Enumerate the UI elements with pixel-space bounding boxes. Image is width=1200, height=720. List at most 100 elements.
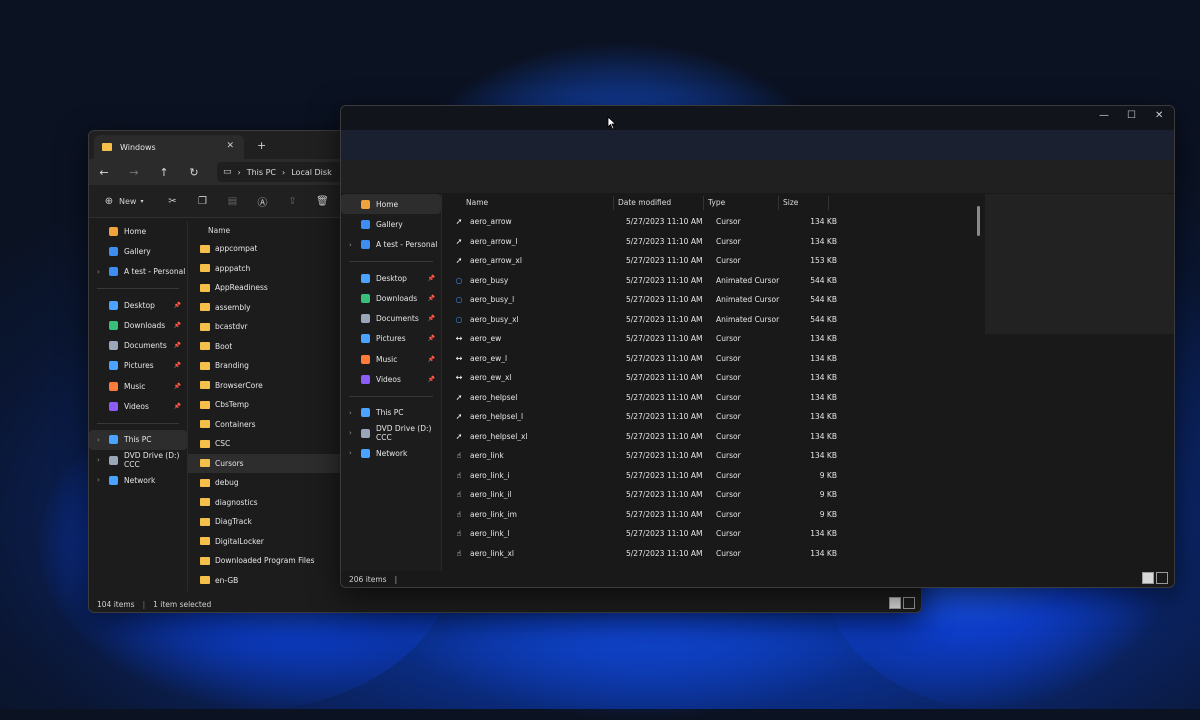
list-item[interactable]: CbsTemp <box>188 395 338 415</box>
list-item[interactable]: Boot <box>188 337 338 357</box>
table-row[interactable]: ➚ aero_arrow_xl 5/27/2023 11:10 AM Cursor 15… <box>442 251 982 271</box>
table-row[interactable]: ➚ aero_helpsel_l 5/27/2023 11:10 AM Cursor 1… <box>442 407 982 427</box>
sidebar-item-dvd-drive-d-ccc[interactable]: › DVD Drive (D:) CCC <box>89 450 187 470</box>
list-item[interactable]: Downloaded Program Files <box>188 551 338 571</box>
share-icon[interactable]: ⇪ <box>277 196 307 207</box>
table-row[interactable]: ➚ aero_arrow_l 5/27/2023 11:10 AM Cursor 134… <box>442 232 982 252</box>
list-item[interactable]: apppatch <box>188 259 338 279</box>
sidebar-item-pictures[interactable]: Pictures 📌 <box>341 329 441 349</box>
sidebar-item-documents[interactable]: Documents 📌 <box>341 308 441 328</box>
list-item[interactable]: Containers <box>188 415 338 435</box>
refresh-icon[interactable]: ↻ <box>179 166 209 179</box>
column-size[interactable]: Size <box>779 196 829 210</box>
table-row[interactable]: ○ aero_busy_l 5/27/2023 11:10 AM Animated C… <box>442 290 982 310</box>
column-date-modified[interactable]: Date modified <box>614 196 704 210</box>
explorer-window-front[interactable]: — ☐ ✕ Home Gallery › A test - Personal Deskt… <box>340 105 1175 588</box>
sidebar-item-gallery[interactable]: Gallery <box>89 241 187 261</box>
copy-icon[interactable]: ❐ <box>187 196 217 207</box>
sidebar-item-downloads[interactable]: Downloads 📌 <box>89 315 187 335</box>
chevron-right-icon[interactable]: › <box>97 456 100 464</box>
list-item[interactable]: assembly <box>188 298 338 318</box>
column-name[interactable]: Name <box>208 226 230 235</box>
sidebar-item-pictures[interactable]: Pictures 📌 <box>89 356 187 376</box>
table-row[interactable]: ☝ aero_link_i 5/27/2023 11:10 AM Cursor 9 KB <box>442 466 982 486</box>
chevron-right-icon[interactable]: › <box>97 436 100 444</box>
chevron-right-icon[interactable]: › <box>349 429 352 437</box>
tiles-view-button[interactable] <box>1156 572 1168 584</box>
sidebar-item-a-test-personal[interactable]: › A test - Personal <box>89 262 187 282</box>
rename-icon[interactable]: Ⓐ <box>247 194 277 209</box>
scrollbar[interactable] <box>977 206 980 236</box>
minimize-button[interactable]: — <box>1099 110 1109 121</box>
breadcrumb-this-pc[interactable]: This PC <box>247 168 276 177</box>
chevron-right-icon[interactable]: › <box>349 409 352 417</box>
sidebar-item-home[interactable]: Home <box>341 194 441 215</box>
up-arrow-icon[interactable]: ↑ <box>149 166 179 179</box>
list-item[interactable]: Cursors <box>188 453 350 473</box>
list-item[interactable]: DiagTrack <box>188 512 338 532</box>
list-item[interactable]: bcastdvr <box>188 317 338 337</box>
table-row[interactable]: ☝ aero_link_im 5/27/2023 11:10 AM Cursor 9 K… <box>442 505 982 525</box>
new-tab-button[interactable]: + <box>257 139 266 152</box>
sidebar-item-desktop[interactable]: Desktop 📌 <box>89 295 187 315</box>
sidebar-item-music[interactable]: Music 📌 <box>341 349 441 369</box>
list-item[interactable]: CSC <box>188 434 338 454</box>
sidebar-item-a-test-personal[interactable]: › A test - Personal <box>341 235 441 255</box>
sidebar-item-network[interactable]: › Network <box>89 470 187 490</box>
list-item[interactable]: AppReadiness <box>188 278 338 298</box>
sidebar-item-documents[interactable]: Documents 📌 <box>89 335 187 355</box>
list-item[interactable]: debug <box>188 473 338 493</box>
table-row[interactable]: ➚ aero_helpsel 5/27/2023 11:10 AM Cursor 134… <box>442 388 982 408</box>
chevron-right-icon[interactable]: › <box>349 241 352 249</box>
table-row[interactable]: ➚ aero_arrow 5/27/2023 11:10 AM Cursor 134 K… <box>442 212 982 232</box>
list-item[interactable]: en-GB <box>188 571 338 591</box>
sidebar-item-videos[interactable]: Videos 📌 <box>89 396 187 416</box>
sidebar-item-gallery[interactable]: Gallery <box>341 214 441 234</box>
close-button[interactable]: ✕ <box>1155 110 1163 121</box>
new-button[interactable]: ⊕ New ▾ <box>99 196 144 207</box>
sidebar-item-videos[interactable]: Videos 📌 <box>341 369 441 389</box>
table-row[interactable]: ↔ aero_ew_l 5/27/2023 11:10 AM Cursor 134 KB <box>442 349 982 369</box>
tiles-view-button[interactable] <box>903 597 915 609</box>
list-item[interactable]: appcompat <box>188 239 338 259</box>
list-item[interactable]: DigitalLocker <box>188 532 338 552</box>
chevron-right-icon[interactable]: › <box>97 268 100 276</box>
sidebar-item-desktop[interactable]: Desktop 📌 <box>341 268 441 288</box>
sidebar-item-music[interactable]: Music 📌 <box>89 376 187 396</box>
chevron-right-icon[interactable]: › <box>97 476 100 484</box>
table-row[interactable]: ➚ aero_helpsel_xl 5/27/2023 11:10 AM Cursor… <box>442 427 982 447</box>
back-arrow-icon[interactable]: ← <box>89 166 119 179</box>
column-type[interactable]: Type <box>704 196 779 210</box>
table-row[interactable]: ☝ aero_link_l 5/27/2023 11:10 AM Cursor 134 … <box>442 524 982 544</box>
table-row[interactable]: ○ aero_busy_xl 5/27/2023 11:10 AM Animated … <box>442 310 982 330</box>
sidebar-item-this-pc[interactable]: › This PC <box>89 429 187 450</box>
table-row[interactable]: ☝ aero_link_il 5/27/2023 11:10 AM Cursor 9 K… <box>442 485 982 505</box>
table-row[interactable]: ↔ aero_ew 5/27/2023 11:10 AM Cursor 134 KB <box>442 329 982 349</box>
cut-icon[interactable]: ✂ <box>157 196 187 207</box>
paste-icon[interactable]: ▤ <box>217 196 247 207</box>
tab-windows[interactable]: Windows ✕ <box>94 135 244 159</box>
delete-icon[interactable]: 🗑 <box>307 196 337 207</box>
sidebar-item-home[interactable]: Home <box>89 221 187 241</box>
column-name[interactable]: Name <box>462 196 614 210</box>
list-item[interactable]: Branding <box>188 356 338 376</box>
sidebar-item-network[interactable]: › Network <box>341 443 441 463</box>
table-row[interactable]: ○ aero_busy 5/27/2023 11:10 AM Animated Cur… <box>442 271 982 291</box>
sidebar-item-dvd-drive-d-ccc[interactable]: › DVD Drive (D:) CCC <box>341 423 441 443</box>
close-tab-icon[interactable]: ✕ <box>226 141 234 151</box>
chevron-right-icon[interactable]: › <box>349 449 352 457</box>
table-row[interactable]: ↔ aero_ew_xl 5/27/2023 11:10 AM Cursor 134 K… <box>442 368 982 388</box>
table-row[interactable]: ☝ aero_link_xl 5/27/2023 11:10 AM Cursor 134… <box>442 544 982 564</box>
sidebar-item-this-pc[interactable]: › This PC <box>341 403 441 423</box>
navigation-pane: Home Gallery › A test - Personal Desktop 📌 Dow… <box>89 221 187 591</box>
title-bar[interactable]: — ☐ ✕ <box>341 106 1174 130</box>
table-row[interactable]: ☝ aero_link 5/27/2023 11:10 AM Cursor 134 KB <box>442 446 982 466</box>
list-item[interactable]: diagnostics <box>188 493 338 513</box>
forward-arrow-icon[interactable]: → <box>119 166 149 179</box>
details-view-button[interactable] <box>889 597 901 609</box>
breadcrumb-local-disk[interactable]: Local Disk <box>291 168 331 177</box>
details-view-button[interactable] <box>1142 572 1154 584</box>
maximize-button[interactable]: ☐ <box>1127 110 1136 121</box>
list-item[interactable]: BrowserCore <box>188 376 338 396</box>
sidebar-item-downloads[interactable]: Downloads 📌 <box>341 288 441 308</box>
